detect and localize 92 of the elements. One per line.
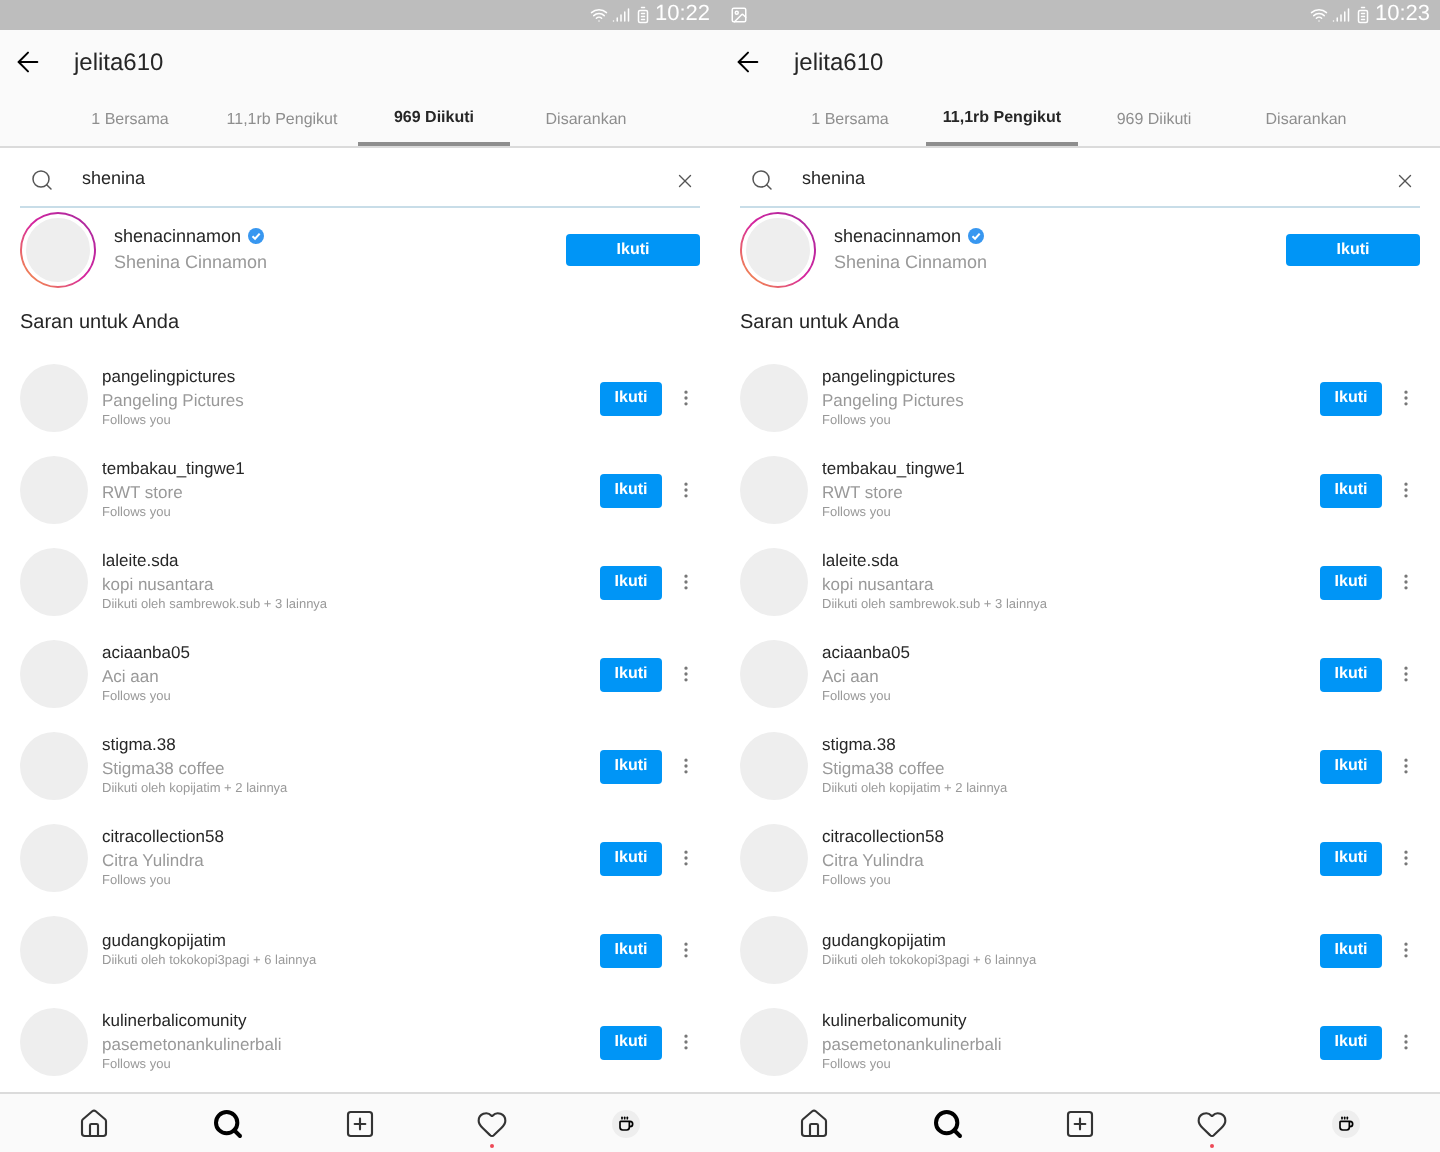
section-title: Saran untuk Anda [740,309,900,337]
tab[interactable]: Disarankan [1230,92,1382,146]
display-name: RWT store [822,480,905,504]
display-name: Shenina Cinnamon [834,250,990,276]
tab[interactable]: 11,1rb Pengikut [206,92,358,146]
display-name: Stigma38 coffee [822,756,947,780]
heart-icon[interactable] [1196,1107,1229,1139]
display-name: Shenina Cinnamon [114,250,270,276]
username: kulinerbalicomunity [102,1008,249,1032]
follow-button[interactable]: Ikuti [1320,749,1382,783]
follow-button[interactable]: Ikuti [600,749,662,783]
search-icon [30,168,54,192]
follow-button[interactable]: Ikuti [1320,933,1382,967]
username: kulinerbalicomunity [822,1008,969,1032]
follow-button[interactable]: Ikuti [600,841,662,875]
follow-button[interactable]: Ikuti [1320,473,1382,507]
clear-icon[interactable] [1394,169,1416,191]
username: tembakau_tingwe1 [822,456,967,480]
follow-button[interactable]: Ikuti [1320,841,1382,875]
username: shenacinnamon [114,223,242,249]
follow-button[interactable]: Ikuti [1286,234,1420,266]
search-icon[interactable] [931,1107,964,1139]
follow-button[interactable]: Ikuti [600,657,662,691]
display-name: pasemetonankulinerbali [822,1032,1004,1056]
display-name: Citra Yulindra [102,848,206,872]
add-icon[interactable] [1063,1107,1096,1139]
username: aciaanba05 [822,640,912,664]
clear-icon[interactable] [674,169,696,191]
username: gudangkopijatim [102,928,228,952]
follow-button[interactable]: Ikuti [1320,657,1382,691]
tab[interactable]: 969 Diikuti [358,92,510,146]
username: citracollection58 [822,824,946,848]
home-icon[interactable] [798,1107,831,1139]
follow-button[interactable]: Ikuti [566,234,700,266]
battery-icon [634,6,653,24]
follow-button[interactable]: Ikuti [600,473,662,507]
signal-icon [1332,6,1351,24]
username: pangelingpictures [822,364,958,388]
follow-button[interactable]: Ikuti [600,381,662,415]
follow-button[interactable]: Ikuti [1320,565,1382,599]
tab[interactable]: 11,1rb Pengikut [926,92,1078,146]
display-name: Aci aan [822,664,881,688]
header-title: jelita610 [74,45,164,79]
follow-button[interactable]: Ikuti [1320,1025,1382,1059]
username: stigma.38 [822,732,898,756]
signal-icon [612,6,631,24]
display-name: Citra Yulindra [822,848,926,872]
profile-avatar-icon[interactable] [1331,1109,1360,1137]
add-icon[interactable] [343,1107,376,1139]
username: gudangkopijatim [822,928,948,952]
display-name: kopi nusantara [102,572,216,596]
search-input[interactable]: shenina [802,166,1366,194]
display-name: Pangeling Pictures [102,388,246,412]
display-name: Pangeling Pictures [822,388,966,412]
tab[interactable]: Disarankan [510,92,662,146]
story-avatar[interactable] [740,212,816,288]
tab[interactable]: 969 Diikuti [1078,92,1230,146]
username: stigma.38 [102,732,178,756]
display-name: kopi nusantara [822,572,936,596]
profile-avatar-icon[interactable] [611,1109,640,1137]
status-time: 10:23 [1374,0,1430,31]
follow-button[interactable]: Ikuti [1320,381,1382,415]
username: laleite.sda [822,548,901,572]
display-name: pasemetonankulinerbali [102,1032,284,1056]
username: shenacinnamon [834,223,962,249]
search-input[interactable]: shenina [82,166,646,194]
username: pangelingpictures [102,364,238,388]
heart-icon[interactable] [476,1107,509,1139]
tab[interactable]: 1 Bersama [54,92,206,146]
battery-icon [1354,6,1373,24]
username: tembakau_tingwe1 [102,456,247,480]
wifi-icon [590,6,609,24]
display-name: Stigma38 coffee [102,756,227,780]
username: citracollection58 [102,824,226,848]
search-icon [750,168,774,192]
story-avatar[interactable] [20,212,96,288]
tab[interactable]: 1 Bersama [774,92,926,146]
display-name: Aci aan [102,664,161,688]
search-field[interactable]: shenina [20,154,700,208]
follow-button[interactable]: Ikuti [600,933,662,967]
display-name: RWT store [102,480,185,504]
search-field[interactable]: shenina [740,154,1420,208]
header-title: jelita610 [794,45,884,79]
wifi-icon [1310,6,1329,24]
search-icon[interactable] [211,1107,244,1139]
follow-button[interactable]: Ikuti [600,565,662,599]
username: aciaanba05 [102,640,192,664]
status-time: 10:22 [654,0,710,31]
follow-button[interactable]: Ikuti [600,1025,662,1059]
home-icon[interactable] [78,1107,111,1139]
username: laleite.sda [102,548,181,572]
section-title: Saran untuk Anda [20,309,180,337]
